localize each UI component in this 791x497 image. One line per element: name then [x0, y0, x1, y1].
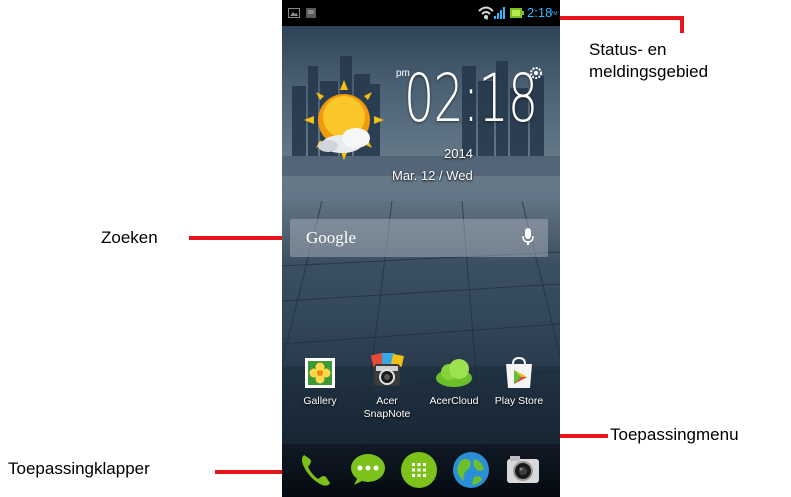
image-icon	[288, 8, 300, 18]
launcher-callout-line	[215, 470, 288, 474]
clock-year: 2014	[444, 146, 473, 161]
phone-icon[interactable]	[298, 451, 332, 489]
browser-icon[interactable]	[452, 451, 490, 489]
launcher-callout-label: Toepassingklapper	[8, 459, 150, 478]
app-acercloud[interactable]: AcerCloud	[421, 356, 487, 408]
status-time: 2:18	[527, 5, 553, 20]
clock-date: Mar. 12 / Wed	[392, 168, 473, 183]
app-snapnote[interactable]: Acer SnapNote	[354, 352, 420, 421]
status-callout-line-h	[558, 16, 684, 20]
clock-time[interactable]: 02:18	[404, 64, 538, 134]
app-snapnote-label: Acer SnapNote	[363, 395, 411, 420]
snapnote-icon	[370, 352, 404, 386]
app-launcher-dock	[282, 444, 560, 497]
battery-icon	[510, 8, 524, 18]
app-gallery[interactable]: Gallery	[287, 356, 353, 408]
messaging-icon[interactable]	[350, 451, 386, 487]
app-menu-callout-label: Toepassingmenu	[610, 425, 739, 444]
notification-icon	[306, 8, 316, 18]
app-play-store-label: Play Store	[494, 395, 544, 407]
camera-icon[interactable]	[504, 451, 542, 489]
wifi-icon	[478, 6, 494, 20]
app-menu-icon[interactable]	[400, 451, 438, 489]
status-callout-line1: Status- en	[589, 40, 667, 59]
gallery-icon	[305, 358, 335, 388]
play-store-icon	[506, 356, 532, 388]
app-play-store[interactable]: Play Store	[486, 356, 552, 408]
status-callout-line2: meldingsgebied	[589, 62, 709, 81]
home-screen: pm 02:18 2014 Mar. 12 / Wed Google Galle…	[282, 26, 560, 444]
search-callout-line	[189, 236, 292, 240]
google-logo-text: Google	[306, 228, 357, 247]
status-callout-line-v	[680, 16, 684, 33]
status-time-suffix: PM	[550, 11, 558, 17]
gear-icon[interactable]	[529, 66, 543, 80]
cloud-icon	[436, 359, 472, 387]
google-search-bar[interactable]: Google	[290, 219, 548, 257]
sun-cloud-icon	[304, 80, 384, 160]
search-callout-label: Zoeken	[101, 228, 158, 247]
signal-icon	[494, 7, 505, 19]
status-bar[interactable]: 2:18 PM	[282, 0, 560, 26]
app-gallery-label: Gallery	[303, 395, 337, 407]
phone-screen: 2:18 PM pm 02:18 2014 Mar. 12 / Wed Goog…	[282, 0, 560, 497]
mic-icon[interactable]	[522, 228, 534, 246]
app-acercloud-label: AcerCloud	[429, 395, 479, 407]
